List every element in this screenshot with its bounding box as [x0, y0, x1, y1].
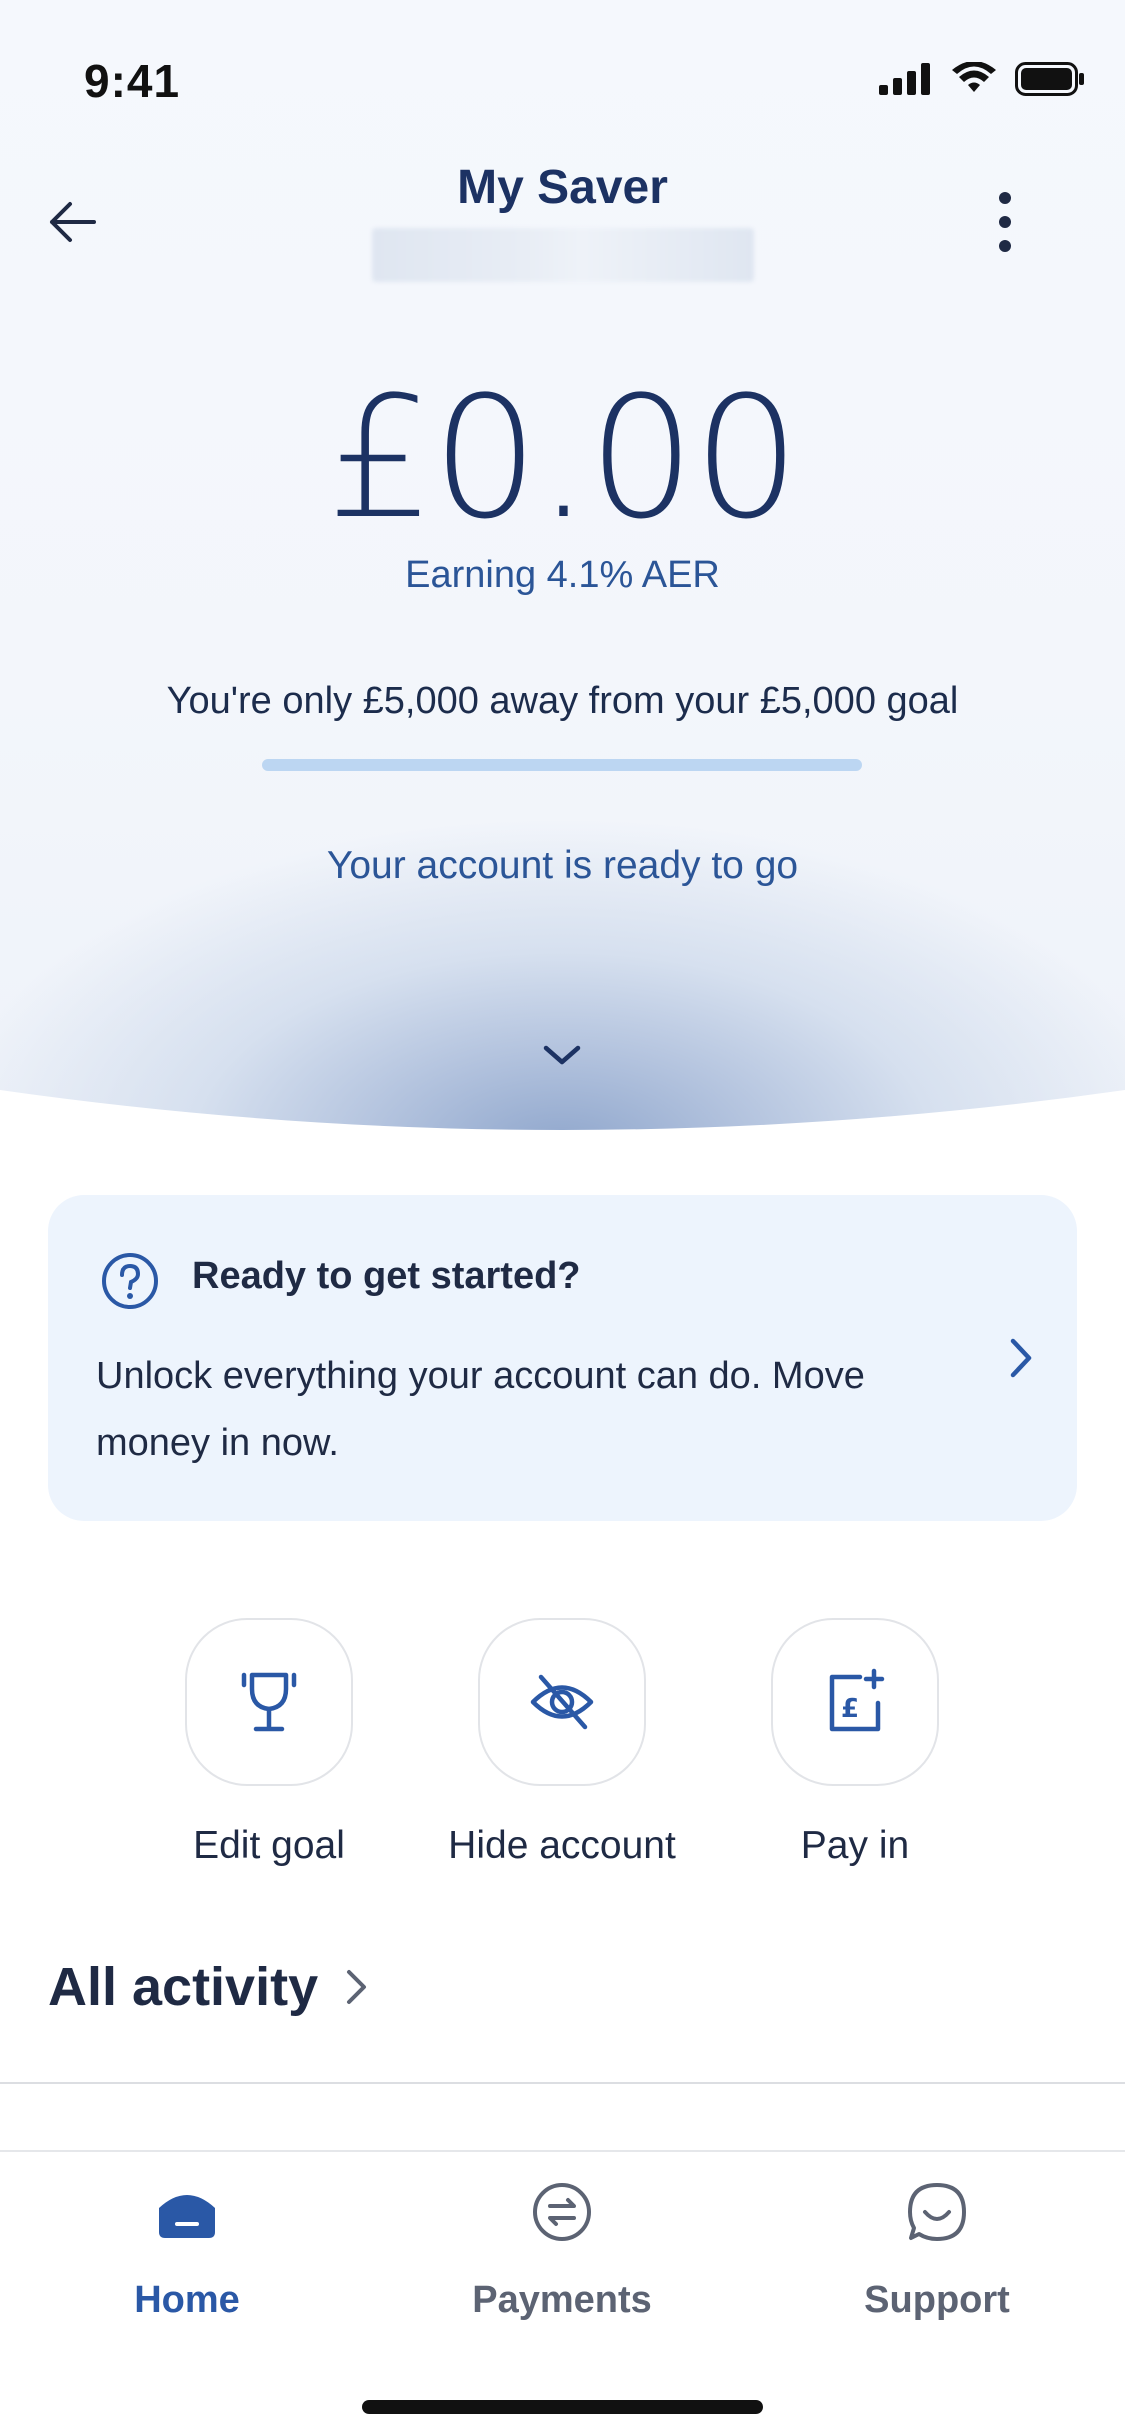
- pay-in-label: Pay in: [800, 1824, 910, 1867]
- edit-goal-label: Edit goal: [193, 1824, 345, 1867]
- all-activity-title: All activity: [48, 1957, 319, 2017]
- bottom-tab-bar: Home Payments Support: [0, 2150, 1125, 2436]
- balance-amount: £0.00: [327, 360, 800, 556]
- card-title: Ready to get started?: [192, 1255, 581, 1297]
- payments-icon: [533, 2183, 591, 2241]
- pay-in-button[interactable]: £ Pay in: [705, 1618, 1005, 1868]
- hide-account-label: Hide account: [448, 1824, 676, 1867]
- goal-progress-bar: [262, 759, 862, 771]
- home-indicator: [362, 2400, 763, 2414]
- signal-icon: [879, 63, 930, 95]
- tab-support[interactable]: Support: [787, 2180, 1087, 2322]
- status-bar: 9:41: [0, 0, 1125, 150]
- hero-curve: [0, 1090, 1125, 1150]
- eye-off-icon: [530, 1674, 594, 1730]
- support-chat-icon: [908, 2183, 966, 2241]
- chevron-right-icon: [347, 1970, 367, 2004]
- hide-account-icon-circle[interactable]: [478, 1618, 646, 1786]
- chevron-down-icon[interactable]: [540, 1040, 584, 1070]
- trophy-icon: [241, 1672, 297, 1732]
- question-circle-icon: [102, 1253, 158, 1309]
- tab-support-label: Support: [864, 2279, 1010, 2321]
- edit-goal-icon-circle[interactable]: [185, 1618, 353, 1786]
- get-started-card[interactable]: Ready to get started? Unlock everything …: [48, 1195, 1077, 1521]
- chevron-right-icon: [1010, 1338, 1032, 1378]
- svg-text:£: £: [841, 1694, 859, 1724]
- status-time: 9:41: [84, 55, 181, 107]
- edit-goal-button[interactable]: Edit goal: [119, 1618, 419, 1868]
- account-number-redacted: [372, 228, 754, 282]
- interest-rate: Earning 4.1% AER: [405, 554, 720, 596]
- quick-actions: Edit goal Hide account £ Pay in: [0, 1618, 1125, 1888]
- tab-payments[interactable]: Payments: [412, 2180, 712, 2322]
- home-icon: [159, 2195, 215, 2238]
- status-icons: [879, 62, 1085, 96]
- tab-home[interactable]: Home: [37, 2180, 337, 2322]
- pay-in-pound-icon: £: [829, 1668, 885, 1732]
- page-title: My Saver: [457, 161, 668, 214]
- hide-account-button[interactable]: Hide account: [412, 1618, 712, 1868]
- account-status-text: Your account is ready to go: [326, 844, 799, 887]
- tab-payments-label: Payments: [472, 2279, 652, 2321]
- battery-icon: [1015, 62, 1084, 96]
- wifi-icon: [952, 62, 996, 92]
- tab-home-label: Home: [134, 2279, 240, 2321]
- pay-in-icon-circle[interactable]: £: [771, 1618, 939, 1786]
- all-activity-link[interactable]: All activity: [48, 1956, 370, 2018]
- more-options-icon[interactable]: [990, 190, 1020, 254]
- goal-text: You're only £5,000 away from your £5,000…: [166, 680, 959, 722]
- divider: [0, 2082, 1125, 2084]
- card-body: Unlock everything your account can do. M…: [96, 1355, 865, 1464]
